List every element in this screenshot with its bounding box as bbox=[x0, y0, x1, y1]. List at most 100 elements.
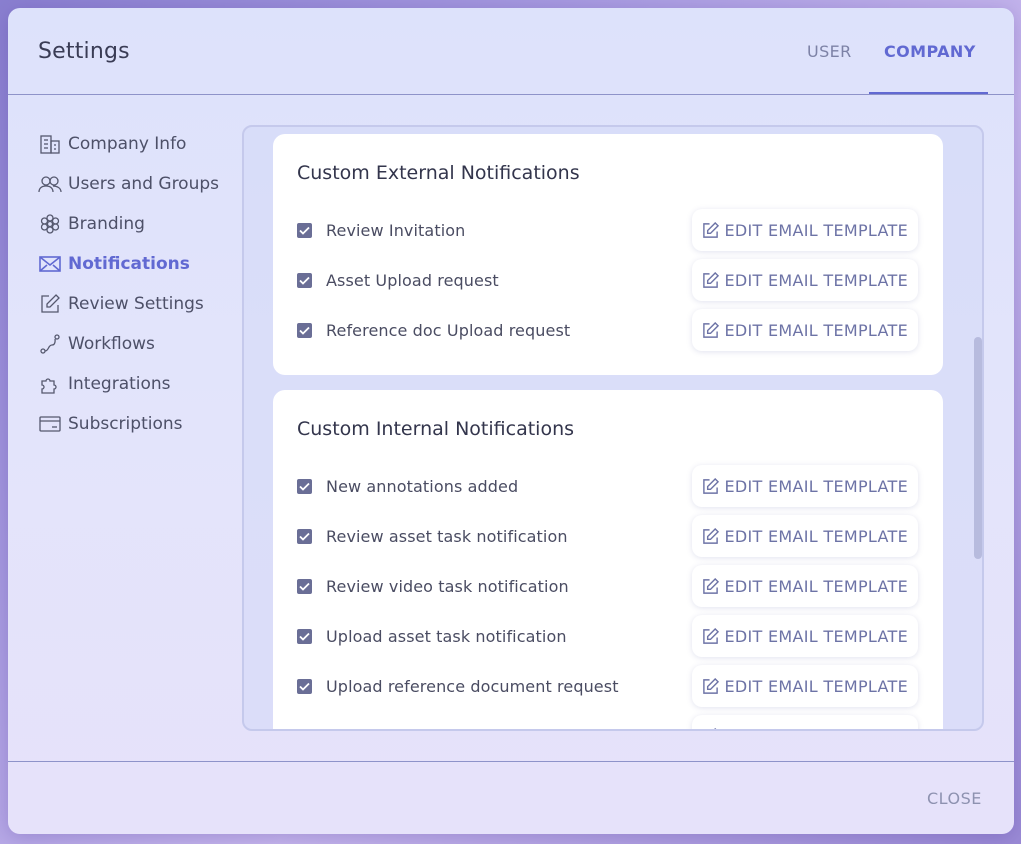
notification-checkbox[interactable] bbox=[297, 628, 312, 644]
notification-checkbox[interactable] bbox=[297, 272, 312, 288]
card-title: Custom Internal Notifications bbox=[297, 418, 575, 440]
sidebar-item-branding[interactable]: Branding bbox=[38, 204, 238, 244]
sidebar-item-label: Integrations bbox=[68, 374, 171, 394]
edit-email-template-button[interactable]: EDIT EMAIL TEMPLATE bbox=[691, 515, 918, 557]
sidebar-item-label: Subscriptions bbox=[68, 414, 183, 434]
edit-button-label: EDIT EMAIL TEMPLATE bbox=[725, 727, 909, 730]
edit-button-label: EDIT EMAIL TEMPLATE bbox=[724, 526, 908, 546]
notification-row: Overdue project notification EDIT EMAIL … bbox=[297, 711, 919, 730]
edit-email-template-button[interactable]: EDIT EMAIL TEMPLATE bbox=[691, 565, 918, 607]
settings-modal: Settings USER COMPANY Company Info Users… bbox=[8, 8, 1014, 834]
check-icon bbox=[299, 482, 310, 491]
envelope-icon bbox=[38, 252, 62, 276]
notification-label: Review video task notification bbox=[326, 576, 569, 596]
edit-email-template-button[interactable]: EDIT EMAIL TEMPLATE bbox=[691, 309, 918, 351]
notification-row: Asset Upload request EDIT EMAIL TEMPLATE bbox=[297, 255, 919, 305]
notification-label: Review asset task notification bbox=[326, 526, 568, 546]
sidebar-item-review-settings[interactable]: Review Settings bbox=[38, 284, 238, 324]
notification-checkbox[interactable] bbox=[297, 222, 312, 238]
edit-icon bbox=[702, 527, 719, 544]
sidebar-item-label: Review Settings bbox=[68, 294, 204, 314]
edit-icon bbox=[702, 321, 719, 338]
route-icon bbox=[38, 332, 62, 356]
notification-row: Review video task notification EDIT EMAI… bbox=[297, 561, 919, 611]
sidebar-item-company-info[interactable]: Company Info bbox=[38, 124, 238, 164]
card-icon bbox=[38, 412, 62, 436]
notification-checkbox[interactable] bbox=[297, 528, 312, 544]
edit-icon bbox=[702, 577, 719, 594]
scrollbar-thumb[interactable] bbox=[974, 337, 982, 559]
edit-email-template-button[interactable]: EDIT EMAIL TEMPLATE bbox=[691, 665, 918, 707]
scroll-content: Custom External Notifications Review Inv… bbox=[273, 134, 943, 730]
check-icon bbox=[299, 226, 310, 235]
sidebar: Company Info Users and Groups Branding N… bbox=[38, 124, 238, 444]
sidebar-item-users-and-groups[interactable]: Users and Groups bbox=[38, 164, 238, 204]
edit-icon bbox=[702, 221, 719, 238]
notification-label: Reference doc Upload request bbox=[326, 320, 571, 340]
sidebar-item-label: Users and Groups bbox=[68, 174, 220, 194]
tab-company[interactable]: COMPANY bbox=[884, 42, 976, 61]
sidebar-item-label: Company Info bbox=[68, 134, 187, 154]
edit-icon bbox=[702, 271, 719, 288]
notification-row: Upload reference document request EDIT E… bbox=[297, 661, 919, 711]
sidebar-item-label: Notifications bbox=[68, 254, 190, 274]
edit-icon bbox=[702, 677, 719, 694]
edit-email-template-button[interactable]: EDIT EMAIL TEMPLATE bbox=[691, 465, 918, 507]
sidebar-item-subscriptions[interactable]: Subscriptions bbox=[38, 404, 238, 444]
edit-button-label: EDIT EMAIL TEMPLATE bbox=[724, 576, 908, 596]
users-icon bbox=[38, 172, 62, 196]
edit-button-label: EDIT EMAIL TEMPLATE bbox=[724, 270, 908, 290]
active-tab-indicator bbox=[869, 92, 988, 94]
notification-row: Reference doc Upload request EDIT EMAIL … bbox=[297, 305, 919, 355]
sidebar-item-integrations[interactable]: Integrations bbox=[38, 364, 238, 404]
edit-icon bbox=[702, 627, 719, 644]
notification-row: Review Invitation EDIT EMAIL TEMPLATE bbox=[297, 205, 919, 255]
notification-label: Asset Upload request bbox=[326, 270, 499, 290]
edit-email-template-button[interactable]: EDIT EMAIL TEMPLATE bbox=[691, 209, 918, 251]
external-notifications-card: Custom External Notifications Review Inv… bbox=[273, 134, 943, 375]
notification-checkbox[interactable] bbox=[297, 322, 312, 338]
notification-checkbox[interactable] bbox=[297, 478, 312, 494]
building-icon bbox=[38, 132, 62, 156]
notification-label: Upload reference document request bbox=[326, 676, 619, 696]
footer-divider bbox=[8, 761, 1014, 762]
notification-checkbox[interactable] bbox=[297, 678, 312, 694]
tab-user[interactable]: USER bbox=[807, 42, 852, 61]
edit-button-label: EDIT EMAIL TEMPLATE bbox=[724, 320, 908, 340]
internal-notifications-card: Custom Internal Notifications New annota… bbox=[273, 390, 943, 730]
notification-row: Upload asset task notification EDIT EMAI… bbox=[297, 611, 919, 661]
notification-label: Upload asset task notification bbox=[326, 626, 567, 646]
card-title: Custom External Notifications bbox=[297, 162, 580, 184]
notification-label: Review Invitation bbox=[326, 220, 466, 240]
modal-header: Settings USER COMPANY bbox=[8, 8, 1014, 95]
notification-checkbox[interactable] bbox=[297, 728, 312, 729]
sidebar-item-label: Branding bbox=[68, 214, 145, 234]
notification-row: New annotations added EDIT EMAIL TEMPLAT… bbox=[297, 461, 919, 511]
check-icon bbox=[299, 682, 310, 691]
check-icon bbox=[299, 532, 310, 541]
edit-button-label: EDIT EMAIL TEMPLATE bbox=[724, 626, 908, 646]
close-button[interactable]: CLOSE bbox=[927, 789, 982, 808]
edit-button-label: EDIT EMAIL TEMPLATE bbox=[724, 676, 908, 696]
notification-label: Overdue project notification bbox=[326, 727, 553, 730]
puzzle-icon bbox=[38, 372, 62, 396]
check-icon bbox=[299, 276, 310, 285]
sidebar-item-label: Workflows bbox=[68, 334, 155, 354]
notifications-panel[interactable]: Custom External Notifications Review Inv… bbox=[242, 125, 984, 731]
edit-email-template-button[interactable]: EDIT EMAIL TEMPLATE bbox=[691, 715, 918, 730]
check-icon bbox=[299, 582, 310, 591]
edit-email-template-button[interactable]: EDIT EMAIL TEMPLATE bbox=[691, 259, 918, 301]
notification-row: Review asset task notification EDIT EMAI… bbox=[297, 511, 919, 561]
edit-icon bbox=[702, 477, 719, 494]
check-icon bbox=[299, 632, 310, 641]
edit-icon bbox=[702, 727, 717, 729]
sidebar-item-notifications[interactable]: Notifications bbox=[38, 244, 238, 284]
sidebar-item-workflows[interactable]: Workflows bbox=[38, 324, 238, 364]
edit-email-template-button[interactable]: EDIT EMAIL TEMPLATE bbox=[691, 615, 918, 657]
notification-label: New annotations added bbox=[326, 476, 519, 496]
page-title: Settings bbox=[38, 39, 130, 64]
edit-icon bbox=[38, 292, 62, 316]
notification-checkbox[interactable] bbox=[297, 578, 312, 594]
edit-button-label: EDIT EMAIL TEMPLATE bbox=[724, 220, 908, 240]
flower-icon bbox=[38, 212, 62, 236]
